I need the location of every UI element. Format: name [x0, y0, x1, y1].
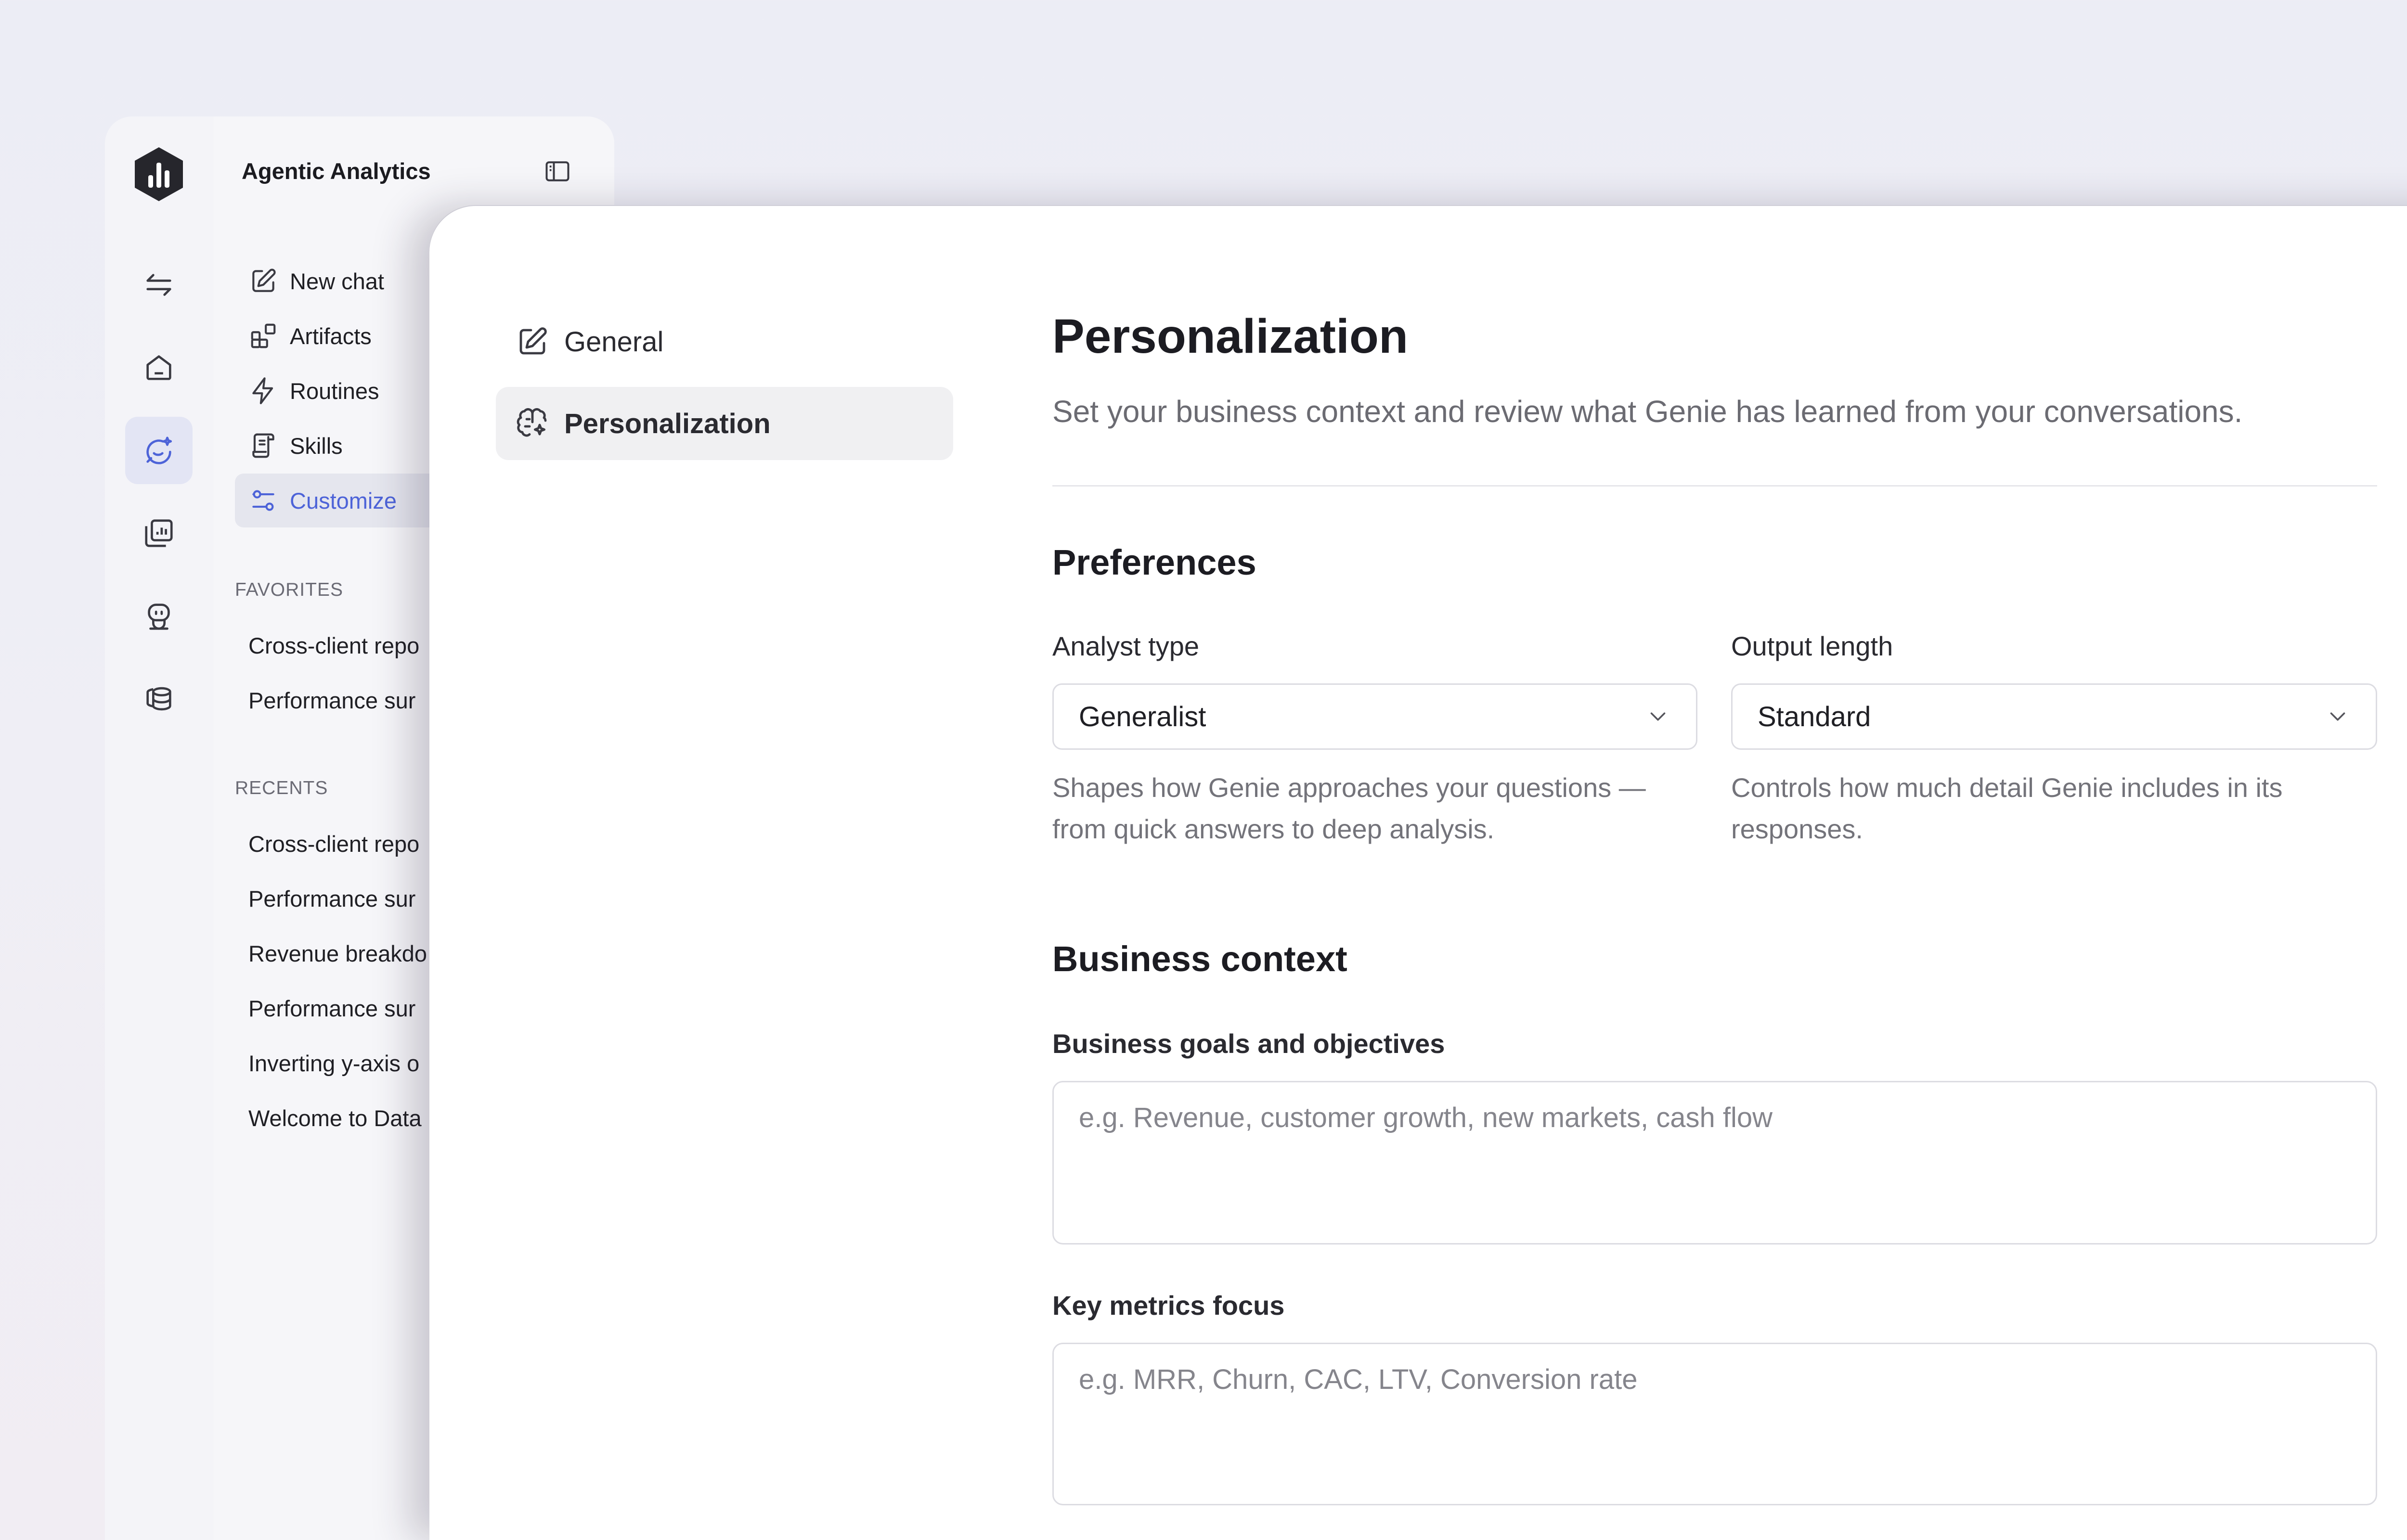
favorites-heading: FAVORITES — [235, 579, 343, 600]
settings-nav-personalization[interactable]: Personalization — [496, 387, 953, 460]
edit-icon — [248, 266, 278, 296]
key-metrics-placeholder: e.g. MRR, Churn, CAC, LTV, Conversion ra… — [1079, 1364, 1638, 1395]
settings-nav-label: Personalization — [564, 408, 771, 439]
settings-panel: General Personalization Personalization … — [429, 206, 2407, 1540]
analyst-type-select[interactable]: Generalist — [1052, 683, 1697, 750]
sidebar-item-label: Customize — [290, 488, 397, 513]
logo-icon[interactable] — [132, 145, 186, 203]
analyst-type-value: Generalist — [1079, 701, 1206, 732]
business-goals-input[interactable]: e.g. Revenue, customer growth, new marke… — [1052, 1081, 2377, 1245]
business-context-heading: Business context — [1052, 939, 1347, 979]
chevron-down-icon — [1645, 704, 1671, 730]
settings-nav-label: General — [564, 326, 664, 358]
recent-item[interactable]: Welcome to Data — [248, 1105, 422, 1131]
preferences-heading: Preferences — [1052, 542, 1256, 582]
analyst-type-help: Shapes how Genie approaches your questio… — [1052, 772, 1646, 844]
app-window: Agentic Analytics New chat Artifacts Rou… — [0, 0, 2407, 1540]
sidebar-item-label: Artifacts — [290, 323, 372, 349]
sidebar-item-label: Routines — [290, 378, 379, 404]
page-subtitle: Set your business context and review wha… — [1052, 394, 2243, 429]
favorite-item[interactable]: Cross-client repo — [248, 632, 419, 659]
recents-heading: RECENTS — [235, 778, 328, 798]
genie-chat-icon[interactable] — [125, 417, 193, 484]
database-icon[interactable] — [125, 665, 193, 732]
business-goals-label: Business goals and objectives — [1052, 1028, 1445, 1059]
page-title: Personalization — [1052, 309, 1409, 363]
settings-nav-general[interactable]: General — [496, 305, 953, 378]
recent-item[interactable]: Cross-client repo — [248, 831, 419, 857]
recent-item[interactable]: Inverting y-axis o — [248, 1050, 419, 1077]
sidebar-title: Agentic Analytics — [242, 158, 431, 184]
scroll-icon — [248, 431, 278, 461]
key-metrics-label: Key metrics focus — [1052, 1290, 1285, 1321]
recent-item[interactable]: Revenue breakdo — [248, 940, 427, 967]
output-length-select[interactable]: Standard — [1731, 683, 2377, 750]
divider — [1052, 485, 2377, 487]
business-goals-placeholder: e.g. Revenue, customer growth, new marke… — [1079, 1102, 1773, 1133]
chevron-down-icon — [2325, 704, 2351, 730]
sidebar-toggle-icon[interactable] — [543, 157, 572, 186]
sidebar-item-label: Skills — [290, 433, 343, 459]
analyst-type-label: Analyst type — [1052, 631, 1200, 661]
key-metrics-input[interactable]: e.g. MRR, Churn, CAC, LTV, Conversion ra… — [1052, 1343, 2377, 1505]
sliders-icon — [248, 486, 278, 515]
home-icon[interactable] — [125, 334, 193, 401]
recent-item[interactable]: Performance sur — [248, 886, 415, 912]
output-length-value: Standard — [1758, 701, 1871, 732]
favorite-item[interactable]: Performance sur — [248, 687, 415, 714]
agent-bot-icon[interactable] — [125, 582, 193, 650]
artifacts-icon — [248, 321, 278, 351]
switch-arrows-icon[interactable] — [125, 251, 193, 319]
dashboards-icon[interactable] — [125, 500, 193, 567]
lightning-icon — [248, 376, 278, 406]
edit-icon — [515, 324, 550, 359]
output-length-help: Controls how much detail Genie includes … — [1731, 772, 2283, 844]
output-length-label: Output length — [1731, 631, 1893, 661]
sidebar-item-label: New chat — [290, 268, 384, 294]
icon-rail — [105, 116, 215, 1540]
brain-sparkle-icon — [515, 406, 550, 441]
recent-item[interactable]: Performance sur — [248, 995, 415, 1022]
